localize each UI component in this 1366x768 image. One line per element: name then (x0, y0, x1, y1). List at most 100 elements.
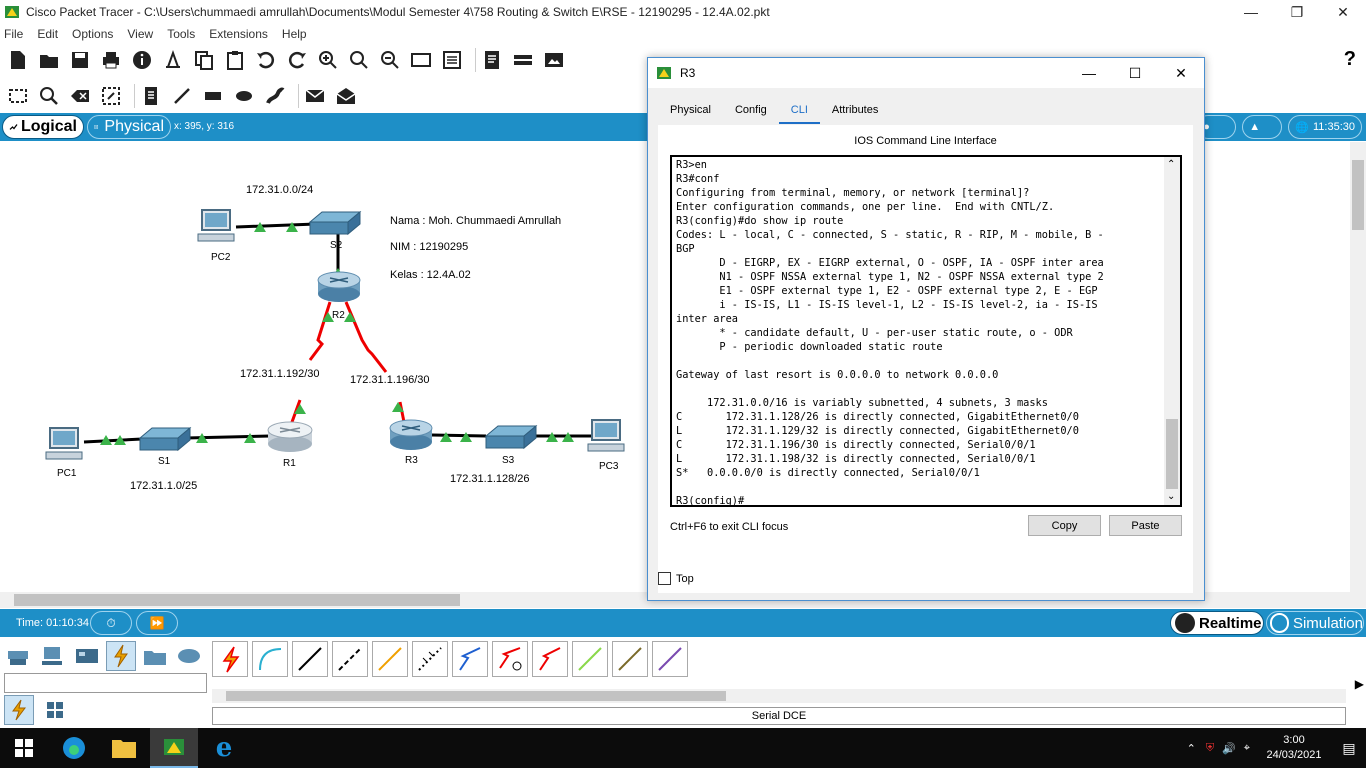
close-icon[interactable]: ✕ (1320, 0, 1366, 24)
network-info-icon[interactable] (161, 48, 185, 72)
new-file-icon[interactable] (6, 48, 30, 72)
menu-help[interactable]: Help (282, 27, 307, 41)
volume-icon[interactable]: 🔊 (1222, 742, 1236, 755)
fast-forward-icon[interactable]: ⏩ (136, 611, 178, 635)
console-cable-icon[interactable] (252, 641, 288, 677)
delete-icon[interactable] (68, 84, 92, 108)
tab-physical[interactable]: Physical (658, 100, 723, 124)
notifications-icon[interactable]: ▤ (1332, 740, 1366, 757)
realtime-mode-button[interactable]: Realtime (1170, 611, 1264, 635)
select-icon[interactable] (6, 84, 30, 108)
scroll-down-icon[interactable]: ⌄ (1167, 491, 1175, 502)
device-search-input[interactable] (4, 673, 207, 693)
complex-pdu-icon[interactable] (334, 84, 358, 108)
custom-device-icon[interactable] (440, 48, 464, 72)
draw-ellipse-icon[interactable] (232, 84, 256, 108)
minimize-icon[interactable]: — (1228, 0, 1274, 24)
file-explorer-icon[interactable] (100, 728, 148, 768)
simple-pdu-icon[interactable] (303, 84, 327, 108)
clock-button[interactable]: 🌐 11:35:30 (1288, 115, 1362, 139)
print-icon[interactable] (99, 48, 123, 72)
menu-extensions[interactable]: Extensions (209, 27, 268, 41)
undo-icon[interactable] (254, 48, 278, 72)
power-cycle-icon[interactable]: ⏱ (90, 611, 132, 635)
redo-icon[interactable] (285, 48, 309, 72)
coaxial-cable-icon[interactable] (452, 641, 488, 677)
copy-button[interactable]: Copy (1028, 515, 1101, 536)
zoom-reset-icon[interactable] (347, 48, 371, 72)
info-icon[interactable] (130, 48, 154, 72)
packet-tracer-taskbar-icon[interactable] (150, 728, 198, 768)
screenshot-icon[interactable] (542, 48, 566, 72)
usb-cable-icon[interactable] (652, 641, 688, 677)
zoom-in-icon[interactable] (316, 48, 340, 72)
copy-icon[interactable] (192, 48, 216, 72)
serial-dce-icon[interactable] (492, 641, 528, 677)
zoom-out-icon[interactable] (378, 48, 402, 72)
scroll-right-icon[interactable]: ▶ (1355, 677, 1364, 691)
edge-browser-icon[interactable] (50, 728, 98, 768)
drawing-palette-icon[interactable] (409, 48, 433, 72)
antivirus-icon[interactable]: ⛨ (1206, 742, 1214, 755)
dialog-close-icon[interactable]: ✕ (1158, 58, 1204, 88)
switch-device-icon[interactable] (511, 48, 535, 72)
copper-cross-over-icon[interactable] (332, 641, 368, 677)
dialog-maximize-icon[interactable]: ☐ (1112, 58, 1158, 88)
copper-straight-through-icon[interactable] (292, 641, 328, 677)
top-checkbox-box[interactable] (658, 572, 671, 585)
logical-view-button[interactable]: Logical (2, 115, 84, 139)
environment-icon[interactable]: ▲ (1242, 115, 1283, 139)
tab-cli[interactable]: CLI (778, 100, 820, 124)
cli-output[interactable]: R3>en R3#conf Configuring from terminal, m… (676, 158, 1162, 505)
workspace-vertical-scrollbar[interactable] (1350, 142, 1366, 592)
cli-terminal[interactable]: R3>en R3#conf Configuring from terminal, m… (670, 155, 1182, 507)
paste-button[interactable]: Paste (1109, 515, 1182, 536)
components-icon[interactable] (72, 641, 102, 671)
connections-subcategory-icon[interactable] (4, 695, 34, 725)
miscellaneous-icon[interactable] (140, 641, 170, 671)
menu-view[interactable]: View (127, 27, 153, 41)
draw-line-icon[interactable] (170, 84, 194, 108)
iot-custom-cable-icon[interactable] (612, 641, 648, 677)
simulation-mode-button[interactable]: Simulation (1266, 611, 1364, 635)
internet-explorer-icon[interactable]: e (200, 728, 248, 768)
menu-file[interactable]: File (4, 27, 23, 41)
octal-cable-icon[interactable] (572, 641, 608, 677)
show-hidden-icons[interactable]: ⌃ (1187, 742, 1196, 755)
phone-cable-icon[interactable] (412, 641, 448, 677)
connections-icon[interactable] (106, 641, 136, 671)
serial-dte-icon[interactable] (532, 641, 568, 677)
menu-tools[interactable]: Tools (167, 27, 195, 41)
dialog-minimize-icon[interactable]: — (1066, 58, 1112, 88)
tab-config[interactable]: Config (723, 100, 779, 124)
physical-view-button[interactable]: Physical (87, 115, 171, 139)
fiber-icon[interactable] (372, 641, 408, 677)
menu-edit[interactable]: Edit (37, 27, 58, 41)
freeform-icon[interactable] (263, 84, 287, 108)
multiuser-icon[interactable] (174, 641, 204, 671)
text-file-icon[interactable] (480, 48, 504, 72)
network-devices-icon[interactable] (4, 641, 34, 671)
cli-scrollbar[interactable]: ⌃ ⌄ (1164, 157, 1180, 505)
system-clock[interactable]: 3:00 24/03/2021 (1256, 733, 1332, 763)
structured-cabling-icon[interactable] (40, 695, 70, 725)
inspect-icon[interactable] (37, 84, 61, 108)
draw-rectangle-icon[interactable] (201, 84, 225, 108)
save-icon[interactable] (68, 48, 92, 72)
note-icon[interactable] (139, 84, 163, 108)
help-icon[interactable]: ? (1344, 48, 1356, 71)
open-folder-icon[interactable] (37, 48, 61, 72)
automatic-connection-icon[interactable] (212, 641, 248, 677)
end-devices-icon[interactable] (38, 641, 68, 671)
tab-attributes[interactable]: Attributes (820, 100, 890, 124)
menu-options[interactable]: Options (72, 27, 113, 41)
top-checkbox[interactable]: Top (658, 572, 694, 585)
restore-icon[interactable]: ❐ (1274, 0, 1320, 24)
resize-icon[interactable] (99, 84, 123, 108)
wifi-icon[interactable]: ⌖ (1244, 742, 1250, 755)
clock-icon (1175, 613, 1195, 633)
device-panel-scrollbar[interactable] (212, 689, 1346, 703)
start-icon[interactable] (0, 728, 48, 768)
paste-icon[interactable] (223, 48, 247, 72)
scroll-up-icon[interactable]: ⌃ (1167, 159, 1175, 170)
